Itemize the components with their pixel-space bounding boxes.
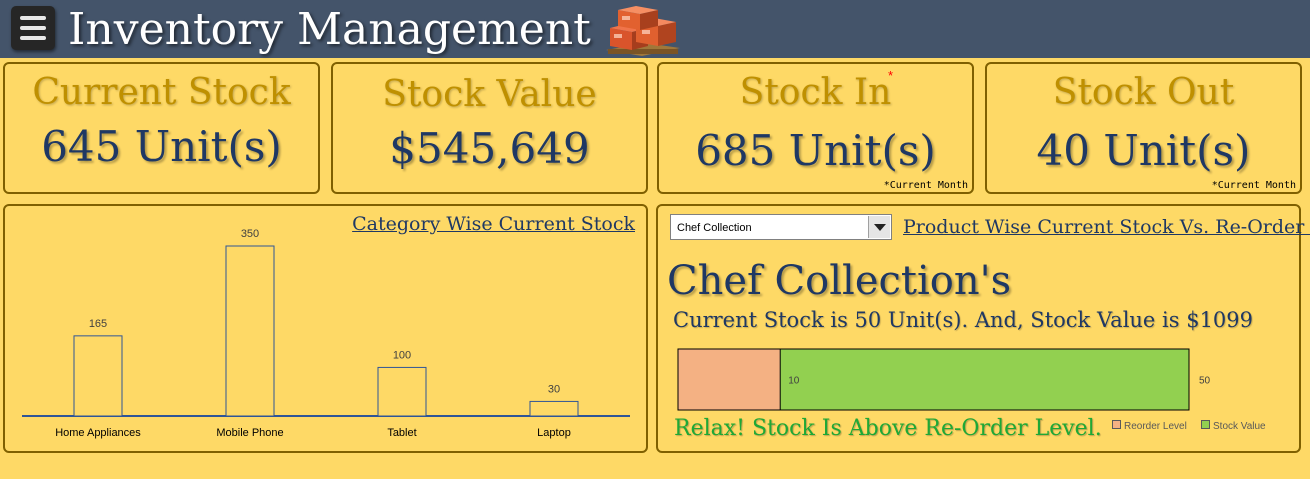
chevron-down-icon[interactable] xyxy=(868,216,890,238)
bar-tablet xyxy=(377,366,427,417)
category-tick-label: Tablet xyxy=(387,427,416,439)
category-bar-chart: 165 Home Appliances 350 Mobile Phone 100 Tabl… xyxy=(22,228,630,439)
stock-data-label: 50 xyxy=(1199,376,1211,387)
product-chart-title: Product Wise Current Stock Vs. Re-Order … xyxy=(903,216,1310,238)
stock-status-message: Relax! Stock Is Above Re-Order Level. xyxy=(674,416,1102,441)
product-heading: Chef Collection's xyxy=(667,258,1012,304)
data-label: 100 xyxy=(393,349,411,361)
category-tick-label: Mobile Phone xyxy=(216,427,283,439)
bar-mobile-phone xyxy=(225,245,275,417)
current-stock-card: Current Stock 645 Unit(s) xyxy=(3,62,320,194)
stock-value-label: Stock Value xyxy=(382,74,597,115)
app-title: Inventory Management xyxy=(68,4,591,55)
legend-reorder: Reorder Level xyxy=(1112,420,1187,432)
legend-stock: Stock Value xyxy=(1201,420,1266,432)
boxes-on-pallet-icon xyxy=(606,6,680,56)
stock-value-card: Stock Value $545,649 xyxy=(331,62,648,194)
product-stock-sentence: Current Stock is 50 Unit(s). And, Stock … xyxy=(673,308,1254,332)
reorder-level-bar xyxy=(677,348,781,411)
data-label: 165 xyxy=(89,318,107,330)
reorder-data-label: 10 xyxy=(788,376,800,387)
data-label: 350 xyxy=(241,228,259,240)
data-label: 30 xyxy=(548,383,560,395)
stock-in-label: Stock In xyxy=(739,72,892,113)
stock-in-asterisk: * xyxy=(888,68,894,83)
current-stock-value: 645 Unit(s) xyxy=(41,122,282,171)
legend-reorder-label: Reorder Level xyxy=(1124,421,1187,432)
stock-out-card: Stock Out 40 Unit(s) *Current Month xyxy=(985,62,1302,194)
app-header: Inventory Management xyxy=(0,0,1310,58)
stock-out-note: *Current Month xyxy=(1211,180,1296,191)
stock-in-value: 685 Unit(s) xyxy=(695,126,936,175)
hamburger-menu-icon[interactable] xyxy=(11,6,55,50)
category-tick-label: Laptop xyxy=(537,427,571,439)
stock-in-note: *Current Month xyxy=(883,180,968,191)
legend-stock-swatch xyxy=(1201,420,1210,429)
bar-home-appliances xyxy=(73,335,123,417)
stock-out-label: Stock Out xyxy=(1052,72,1235,113)
category-stock-panel: Category Wise Current Stock 165 Home Appl… xyxy=(3,204,648,453)
legend-stock-label: Stock Value xyxy=(1213,421,1266,432)
product-reorder-bar-chart: 10 50 xyxy=(677,348,1211,411)
stock-value-amount: $545,649 xyxy=(389,124,590,173)
product-select-value: Chef Collection xyxy=(677,222,752,234)
current-stock-label: Current Stock xyxy=(32,72,291,113)
stock-out-value: 40 Unit(s) xyxy=(1036,126,1251,175)
bar-laptop xyxy=(529,400,579,417)
product-select-dropdown[interactable]: Chef Collection xyxy=(670,214,892,240)
category-tick-label: Home Appliances xyxy=(55,427,141,439)
stock-in-card: Stock In * 685 Unit(s) *Current Month xyxy=(657,62,974,194)
legend-reorder-swatch xyxy=(1112,420,1121,429)
